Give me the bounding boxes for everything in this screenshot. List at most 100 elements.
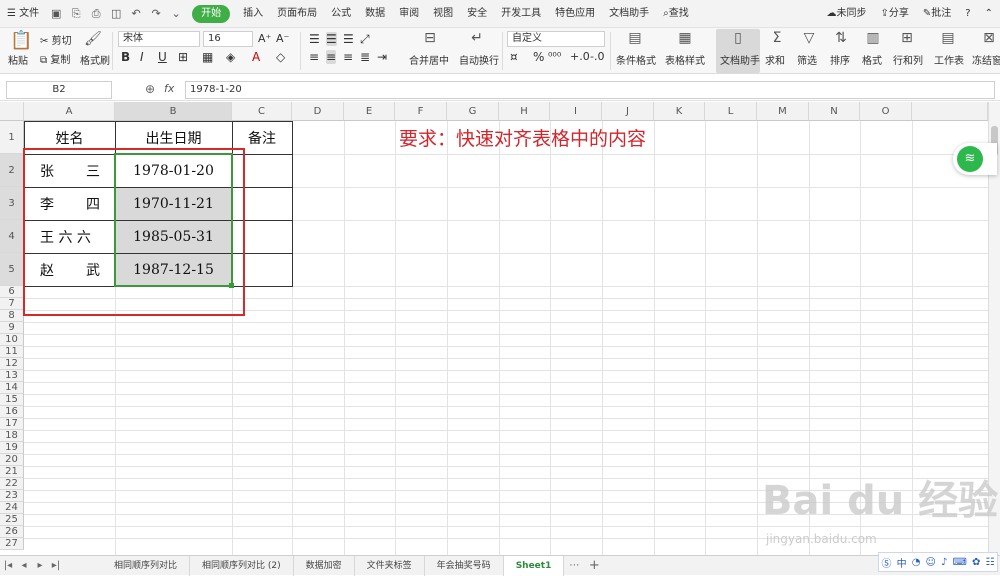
wrap-text-button[interactable]: 自动换行	[459, 52, 499, 67]
row-header[interactable]: 20	[0, 454, 24, 466]
row-header[interactable]: 25	[0, 514, 24, 526]
indent-icon[interactable]: ⇥	[377, 50, 387, 64]
share-button[interactable]: ⇪分享	[874, 0, 916, 28]
row-header[interactable]: 12	[0, 358, 24, 370]
sort-icon[interactable]: ⇅	[832, 30, 850, 46]
sheet-tab-active[interactable]: Sheet1	[503, 555, 565, 576]
cell-border-icon[interactable]: ▦	[202, 50, 213, 64]
column-header-f[interactable]: F	[395, 102, 447, 121]
name-part[interactable]: 赵	[40, 253, 60, 286]
column-header-j[interactable]: J	[602, 102, 654, 121]
name-part[interactable]: 三	[86, 154, 106, 187]
italic-icon[interactable]: I	[140, 50, 144, 64]
preview-icon[interactable]: ◫	[108, 6, 124, 22]
table-style-button[interactable]: 表格样式	[665, 52, 705, 67]
font-size-select[interactable]: 16	[203, 31, 253, 47]
conditional-format-icon[interactable]: ▤	[626, 30, 644, 46]
sync-status[interactable]: ☁未同步	[820, 0, 874, 28]
row-header[interactable]: 2	[0, 154, 24, 187]
column-header-m[interactable]: M	[757, 102, 809, 121]
ime-skin-icon[interactable]: ✿	[972, 557, 980, 568]
column-header-l[interactable]: L	[705, 102, 757, 121]
undo-icon[interactable]: ↶	[128, 6, 144, 22]
row-header[interactable]: 1	[0, 121, 24, 154]
column-header-d[interactable]: D	[292, 102, 344, 121]
ime-toolbar[interactable]: Ⓢ 中 ◔ ☺ ♪ ⌨ ✿ ☷	[878, 552, 998, 572]
row-header[interactable]: 18	[0, 430, 24, 442]
clear-icon[interactable]: ◇	[276, 50, 285, 64]
decrease-decimal-icon[interactable]: -.0	[590, 50, 604, 63]
increase-decimal-icon[interactable]: +.0	[570, 50, 590, 63]
row-header[interactable]: 19	[0, 442, 24, 454]
row-header[interactable]: 3	[0, 187, 24, 220]
row-header[interactable]: 22	[0, 478, 24, 490]
row-header[interactable]: 13	[0, 370, 24, 382]
row-header[interactable]: 7	[0, 298, 24, 310]
row-header[interactable]: 5	[0, 253, 24, 286]
header-birth-date[interactable]: 出生日期	[115, 121, 232, 154]
birth-date-cell[interactable]: 1985-05-31	[115, 220, 232, 253]
align-top-icon[interactable]: ☰	[309, 32, 320, 46]
shrink-font-icon[interactable]: A⁻	[276, 32, 289, 45]
row-header[interactable]: 27	[0, 538, 24, 550]
column-header-n[interactable]: N	[809, 102, 860, 121]
comma-icon[interactable]: ⁰⁰⁰	[548, 50, 561, 63]
birth-date-cell[interactable]: 1978-01-20	[115, 154, 232, 187]
font-color-icon[interactable]: A	[252, 50, 260, 64]
more-icon[interactable]: ⌃	[978, 0, 1000, 28]
last-sheet-icon[interactable]: ▸|	[48, 560, 64, 571]
header-name[interactable]: 姓名	[24, 121, 115, 154]
sum-button[interactable]: 求和	[765, 52, 785, 67]
network-widget[interactable]: ≋	[953, 143, 997, 175]
row-header[interactable]: 23	[0, 490, 24, 502]
rows-cols-button[interactable]: 行和列	[893, 52, 923, 67]
row-header[interactable]: 17	[0, 418, 24, 430]
merge-icon[interactable]: ⊟	[421, 30, 439, 46]
number-format-select[interactable]: 自定义	[507, 31, 605, 47]
row-header[interactable]: 14	[0, 382, 24, 394]
ime-emoji-icon[interactable]: ☺	[926, 557, 936, 568]
conditional-format-button[interactable]: 条件格式	[616, 52, 656, 67]
paste-button[interactable]: 粘贴	[8, 52, 28, 67]
add-sheet-icon[interactable]: +	[584, 558, 604, 573]
grow-font-icon[interactable]: A⁺	[258, 32, 271, 45]
row-header[interactable]: 15	[0, 394, 24, 406]
next-sheet-icon[interactable]: ▸	[32, 560, 48, 571]
comment-button[interactable]: ✎批注	[916, 0, 958, 28]
search-button[interactable]: ⌕查找	[656, 0, 696, 28]
column-header-a[interactable]: A	[24, 102, 115, 121]
fill-handle[interactable]	[229, 283, 234, 288]
font-name-select[interactable]: 宋体	[118, 31, 200, 47]
wrap-icon[interactable]: ↵	[468, 30, 486, 46]
worksheet-button[interactable]: 工作表	[934, 52, 964, 67]
distributed-icon[interactable]: ≣	[360, 50, 370, 64]
percent-icon[interactable]: %	[533, 50, 544, 64]
brush-icon[interactable]: 🖌	[84, 31, 102, 47]
tab-review[interactable]: 审阅	[392, 0, 426, 28]
column-header-i[interactable]: I	[550, 102, 602, 121]
row-header[interactable]: 4	[0, 220, 24, 253]
orientation-icon[interactable]: ⤢	[360, 32, 370, 47]
row-header[interactable]: 6	[0, 286, 24, 298]
freeze-icon[interactable]: ⊠	[980, 30, 998, 46]
birth-date-cell[interactable]: 1970-11-21	[115, 187, 232, 220]
select-all-corner[interactable]	[0, 102, 24, 121]
save-icon[interactable]: ▣	[48, 6, 64, 22]
column-header-p[interactable]	[912, 102, 988, 121]
tab-page-layout[interactable]: 页面布局	[270, 0, 324, 28]
format-icon[interactable]: ▥	[864, 30, 882, 46]
sort-button[interactable]: 排序	[830, 52, 850, 67]
name-part[interactable]: 武	[86, 253, 106, 286]
doc-assistant-icon[interactable]: ▯	[729, 30, 747, 46]
name-part[interactable]: 张	[40, 154, 60, 187]
name-part[interactable]: 四	[86, 187, 106, 220]
column-header-e[interactable]: E	[344, 102, 395, 121]
formula-input[interactable]: 1978-1-20	[185, 81, 995, 99]
tab-formulas[interactable]: 公式	[324, 0, 358, 28]
menu-file[interactable]: ☰ 文件	[0, 0, 46, 28]
ime-mic-icon[interactable]: ♪	[941, 557, 947, 568]
bold-icon[interactable]: B	[121, 50, 130, 64]
cut-button[interactable]: ✂ 剪切	[40, 32, 72, 47]
tab-doc-assistant[interactable]: 文档助手	[602, 0, 656, 28]
column-header-g[interactable]: G	[447, 102, 499, 121]
